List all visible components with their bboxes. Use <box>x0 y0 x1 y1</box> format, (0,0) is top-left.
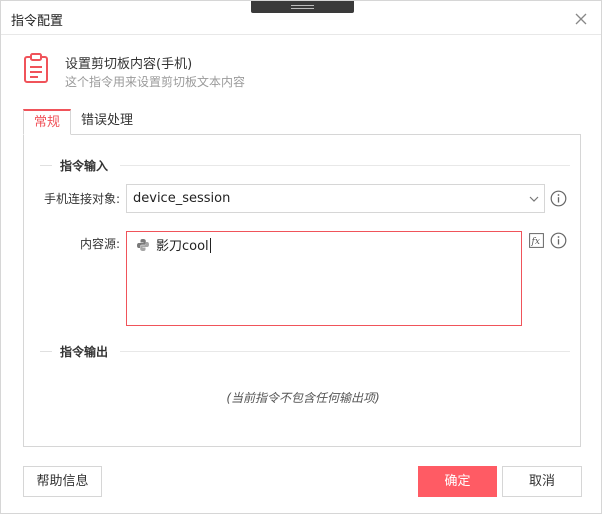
chevron-down-icon <box>528 193 540 205</box>
content-source-text: 影刀cool <box>156 239 209 254</box>
settings-panel: 指令输入 手机连接对象: device_session 内容源: 影刀cool … <box>23 134 581 447</box>
text-caret <box>209 238 211 253</box>
info-icon[interactable] <box>550 232 567 249</box>
ok-button[interactable]: 确定 <box>418 466 497 497</box>
device-label: 手机连接对象: <box>43 192 120 206</box>
dialog-title: 指令配置 <box>11 14 64 29</box>
device-select[interactable]: device_session <box>126 184 545 213</box>
svg-text:fx: fx <box>531 237 540 247</box>
input-section-title: 指令输入 <box>60 159 109 173</box>
info-icon[interactable] <box>550 190 567 207</box>
fx-icon[interactable]: fx <box>529 233 544 248</box>
drag-handle-line <box>291 8 314 9</box>
command-config-dialog: 指令配置 设置剪切板内容(手机) 这个指令用来设置剪切板文本内容 常规 错误处理… <box>0 0 602 514</box>
help-button[interactable]: 帮助信息 <box>23 466 102 497</box>
input-section-header: 指令输入 <box>40 155 570 175</box>
drag-handle-line <box>291 5 314 6</box>
title-bar: 指令配置 <box>1 1 601 35</box>
tab-error-handling[interactable]: 错误处理 <box>81 109 133 135</box>
divider <box>120 165 570 166</box>
command-title: 设置剪切板内容(手机) <box>65 57 193 72</box>
close-icon[interactable] <box>571 9 591 29</box>
divider <box>120 351 570 352</box>
drag-handle[interactable] <box>251 1 354 13</box>
device-select-value: device_session <box>133 191 231 206</box>
command-description: 这个指令用来设置剪切板文本内容 <box>65 75 246 89</box>
content-source-value: 影刀cool <box>156 235 211 254</box>
content-source-input[interactable]: 影刀cool <box>126 231 522 326</box>
content-source-label: 内容源: <box>79 237 120 251</box>
clipboard-icon <box>23 52 49 84</box>
output-section-title: 指令输出 <box>60 345 109 359</box>
python-icon <box>136 238 150 252</box>
no-output-message: (当前指令不包含任何输出项) <box>226 391 380 405</box>
tab-general[interactable]: 常规 <box>23 109 71 135</box>
cancel-button[interactable]: 取消 <box>502 466 582 497</box>
divider <box>40 165 52 166</box>
output-section-header: 指令输出 <box>40 341 570 361</box>
divider <box>40 351 52 352</box>
